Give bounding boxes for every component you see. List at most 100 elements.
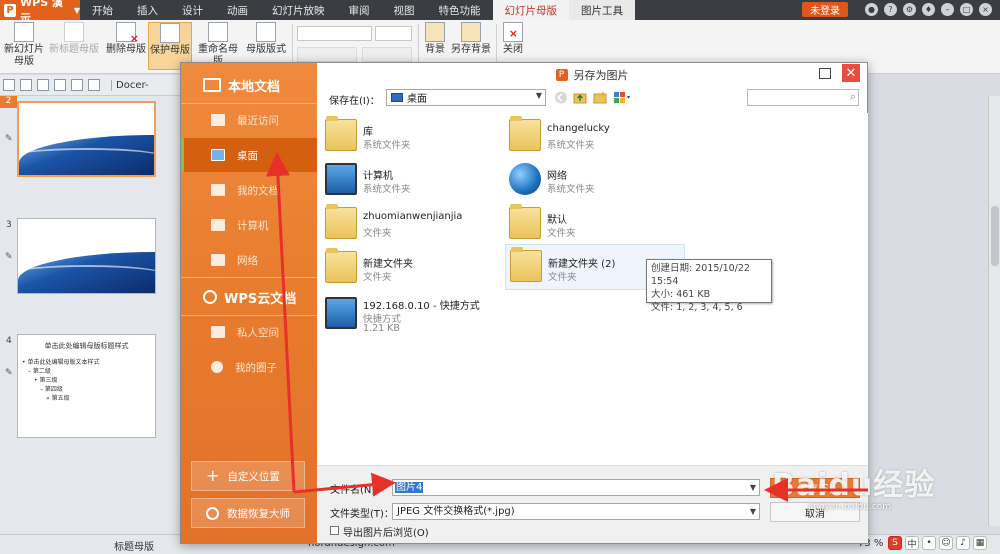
delete-master-button[interactable]: × 删除母版 <box>104 22 148 70</box>
file-name: 默认 <box>547 215 567 226</box>
sidebar-item-my-circle[interactable]: 我的圈子 <box>181 350 317 384</box>
redo-icon[interactable] <box>88 79 100 91</box>
up-folder-icon[interactable] <box>573 91 587 104</box>
recovery-icon <box>206 506 219 520</box>
slide-body-line: – 第二级 <box>28 368 51 375</box>
save-icon[interactable] <box>20 79 32 91</box>
circle-icon <box>211 361 223 373</box>
file-name: 新建文件夹 (2) <box>548 259 616 270</box>
slide-wave-line <box>18 264 155 287</box>
scrollbar-thumb[interactable] <box>991 206 999 266</box>
sidebar-item-network[interactable]: 网络 <box>181 243 317 277</box>
sidebar-item-my-docs[interactable]: 我的文档 <box>181 173 317 207</box>
sidebar-item-computer[interactable]: 计算机 <box>181 208 317 242</box>
list-buttons[interactable] <box>362 47 412 62</box>
menu-features[interactable]: 特色功能 <box>427 0 493 20</box>
format-buttons[interactable] <box>297 47 357 62</box>
maximize-icon[interactable] <box>819 68 831 79</box>
preview-checkbox[interactable] <box>330 526 339 535</box>
print-icon[interactable] <box>37 79 49 91</box>
settings-icon[interactable]: ⚙ <box>903 3 916 16</box>
file-item-network[interactable]: 网络 系统文件夹 <box>505 161 685 201</box>
ime-mic-icon[interactable]: ♪ <box>956 536 970 550</box>
docer-tab[interactable]: Docer- <box>111 79 149 91</box>
watermark-url: jingyan.baidu.com <box>808 502 892 512</box>
data-recovery-label: 数据恢复大师 <box>227 507 290 520</box>
font-name-combo[interactable] <box>297 26 372 41</box>
custom-location-label: 自定义位置 <box>227 470 280 483</box>
dialog-close-button[interactable]: ✕ <box>842 64 860 82</box>
new-title-master-label: 新标题母版 <box>49 44 99 55</box>
filetype-select[interactable]: JPEG 文件交换格式(*.jpg) ▼ <box>392 503 760 520</box>
sogou-ime-icon[interactable]: S <box>888 536 902 550</box>
pin-icon: ✎ <box>5 252 13 262</box>
login-button[interactable]: 未登录 <box>802 2 848 17</box>
menu-slide-master[interactable]: 幻灯片母版 <box>492 0 569 20</box>
ime-emoji-icon[interactable]: ☺ <box>939 536 953 550</box>
vertical-scrollbar[interactable] <box>988 96 1000 526</box>
ime-keyboard-icon[interactable]: ▦ <box>973 536 987 550</box>
menu-review[interactable]: 审阅 <box>337 0 382 20</box>
save-in-combo[interactable]: 桌面 ▼ <box>386 89 546 106</box>
file-item-library[interactable]: 库 系统文件夹 <box>321 116 501 157</box>
slide-thumbnail[interactable] <box>17 101 156 177</box>
open-icon[interactable] <box>3 79 15 91</box>
sidebar-item-recent[interactable]: 最近访问 <box>181 103 317 137</box>
sidebar-item-private-space[interactable]: 私人空间 <box>181 315 317 349</box>
file-item-new-folder[interactable]: 新建文件夹 文件夹 <box>321 248 501 289</box>
save-as-picture-dialog: 本地文档 最近访问 桌面 我的文档 计算机 网络 WPS云文档 私人空间 我的圈… <box>180 62 868 544</box>
filename-input[interactable]: 图片4 ▼ <box>392 479 760 496</box>
menu-picture-tools[interactable]: 图片工具 <box>569 0 635 20</box>
file-item-computer[interactable]: 计算机 系统文件夹 <box>321 161 501 201</box>
file-type: 文件夹 <box>363 228 392 239</box>
desktop-icon <box>211 149 225 161</box>
pin-icon: ✎ <box>5 368 13 378</box>
help-icon[interactable]: ? <box>884 3 897 16</box>
minimize-icon[interactable]: – <box>941 3 954 16</box>
protect-master-label: 保护母版 <box>150 45 190 56</box>
status-master-name: 标题母版 <box>114 542 154 553</box>
slide-thumbnail[interactable] <box>17 218 156 294</box>
preview-icon[interactable] <box>54 79 66 91</box>
skin-icon[interactable]: ● <box>865 3 878 16</box>
file-name: 网络 <box>547 171 567 182</box>
shirt-icon[interactable]: ♦ <box>922 3 935 16</box>
font-size-combo[interactable] <box>375 26 412 41</box>
menu-slideshow[interactable]: 幻灯片放映 <box>260 0 337 20</box>
file-item-zhuomianwenjianjia[interactable]: zhuomianwenjianjia 文件夹 <box>321 204 501 245</box>
local-docs-header: 本地文档 <box>181 65 317 105</box>
app-menu-button[interactable]: P WPS 演示 ▼ <box>0 0 80 25</box>
back-icon[interactable] <box>554 91 568 104</box>
menu-insert[interactable]: 插入 <box>125 0 170 20</box>
sidebar-item-desktop[interactable]: 桌面 <box>181 138 317 172</box>
maximize-icon[interactable]: □ <box>960 3 973 16</box>
menu-design[interactable]: 设计 <box>170 0 215 20</box>
close-icon[interactable]: × <box>979 3 992 16</box>
file-item-shortcut[interactable]: 192.168.0.10 - 快捷方式 快捷方式 1.21 KB <box>321 291 501 347</box>
slide-thumbnail[interactable]: 单击此处编辑母版标题样式 • 单击此处编辑母版文本样式 – 第二级 • 第三级 … <box>17 334 156 438</box>
new-folder-icon[interactable] <box>593 91 607 104</box>
search-input[interactable]: ⌕ <box>747 89 859 106</box>
master-layout-label: 母版版式 <box>246 44 286 55</box>
dialog-sidebar: 本地文档 最近访问 桌面 我的文档 计算机 网络 WPS云文档 私人空间 我的圈… <box>181 63 317 543</box>
baidu-watermark: Baidu经验 jingyan.baidu.com <box>768 442 988 522</box>
menu-home[interactable]: 开始 <box>80 0 125 20</box>
ime-mode-icon[interactable]: 中 <box>905 536 919 550</box>
pin-icon: ✎ <box>5 134 13 144</box>
menu-view[interactable]: 视图 <box>382 0 427 20</box>
file-item-default[interactable]: 默认 文件夹 <box>505 204 685 245</box>
view-menu-icon[interactable] <box>613 91 633 104</box>
slide-title-text: 单击此处编辑母版标题样式 <box>44 342 129 350</box>
new-master-button[interactable]: 新幻灯片 母版 <box>4 22 44 70</box>
menu-animation[interactable]: 动画 <box>215 0 260 20</box>
new-title-master-button[interactable]: 新标题母版 <box>48 22 100 70</box>
data-recovery-button[interactable]: 数据恢复大师 <box>191 498 305 528</box>
undo-icon[interactable] <box>71 79 83 91</box>
ime-punct-icon[interactable]: • <box>922 536 936 550</box>
monitor-icon <box>203 78 221 92</box>
custom-location-button[interactable]: + 自定义位置 <box>191 461 305 491</box>
file-item-changelucky[interactable]: changelucky 系统文件夹 <box>505 116 685 157</box>
background-icon <box>425 22 445 42</box>
file-type: 系统文件夹 <box>363 184 411 195</box>
file-type: 文件夹 <box>547 228 576 239</box>
